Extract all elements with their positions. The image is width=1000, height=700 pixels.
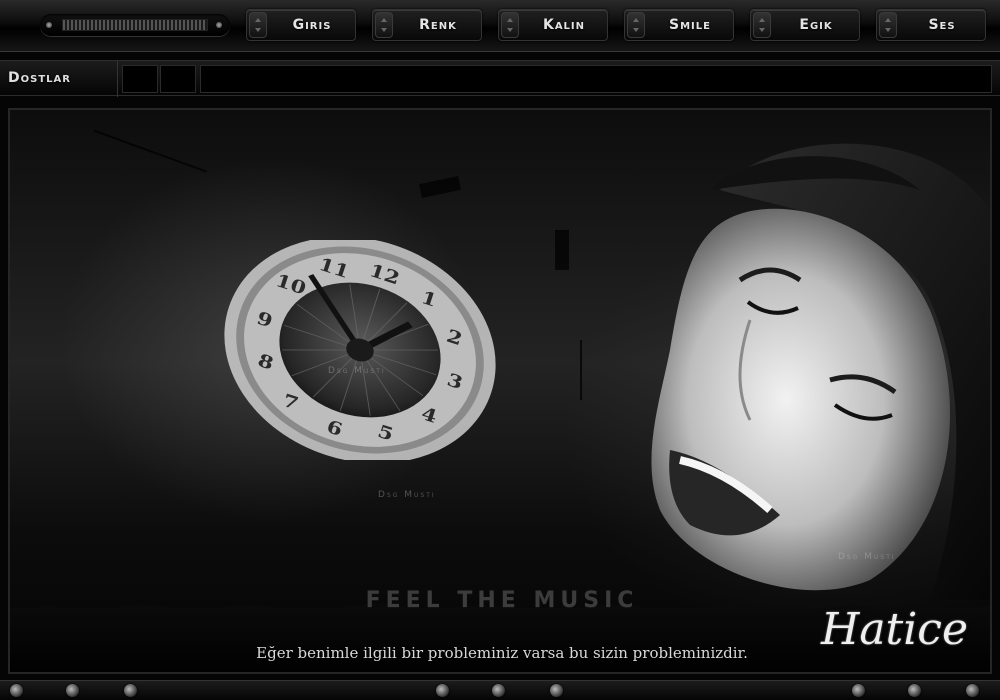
rivet-icon (492, 684, 505, 697)
meter-right-dot (216, 22, 222, 28)
signature-text: Hatice (820, 604, 968, 655)
rivet-icon (852, 684, 865, 697)
ses-button-label: Ses (928, 17, 956, 33)
banner-panel: 12 1 2 3 4 5 6 7 8 9 10 11 Dsg Musti Dsg… (8, 108, 992, 674)
top-toolbar: Giris Renk Kalın Smile Egik Ses (0, 0, 1000, 52)
stepper-arrows-icon (501, 12, 519, 38)
egik-button-label: Egik (799, 17, 833, 33)
smile-button-label: Smile (669, 17, 711, 33)
bottom-bar (0, 680, 1000, 700)
rivet-icon (966, 684, 979, 697)
meter-bars (62, 19, 208, 31)
watermark-text: Dsg Musti (838, 552, 896, 562)
friends-list-area[interactable] (200, 65, 992, 93)
ses-button[interactable]: Ses (876, 9, 986, 41)
portrait-image (630, 130, 990, 600)
wall-crack (555, 230, 569, 270)
stepper-arrows-icon (375, 12, 393, 38)
stepper-arrows-icon (753, 12, 771, 38)
stepper-arrows-icon (879, 12, 897, 38)
friends-slot-1[interactable] (122, 65, 158, 93)
smile-button[interactable]: Smile (624, 9, 734, 41)
kalin-button[interactable]: Kalın (498, 9, 608, 41)
meter-left-dot (46, 22, 52, 28)
renk-button-label: Renk (419, 17, 457, 33)
wall-crack (93, 129, 207, 173)
volume-meter[interactable] (40, 14, 230, 36)
egik-button[interactable]: Egik (750, 9, 860, 41)
stepper-arrows-icon (249, 12, 267, 38)
kalin-button-label: Kalın (542, 17, 586, 33)
rivet-icon (550, 684, 563, 697)
stepper-arrows-icon (627, 12, 645, 38)
rivet-icon (10, 684, 23, 697)
wall-crack (418, 175, 462, 199)
friends-bar: Dostlar (0, 60, 1000, 97)
rivet-icon (124, 684, 137, 697)
rivet-icon (908, 684, 921, 697)
giris-button[interactable]: Giris (246, 9, 356, 41)
wall-clock-image: 12 1 2 3 4 5 6 7 8 9 10 11 (210, 236, 510, 464)
wall-crack (580, 340, 582, 400)
rivet-icon (436, 684, 449, 697)
dostlar-label[interactable]: Dostlar (0, 61, 118, 97)
watermark-text: Dsg Musti (328, 366, 386, 376)
renk-button[interactable]: Renk (372, 9, 482, 41)
watermark-text: Dsg Musti (378, 490, 436, 500)
rivet-icon (66, 684, 79, 697)
friends-slot-2[interactable] (160, 65, 196, 93)
giris-button-label: Giris (292, 17, 332, 33)
